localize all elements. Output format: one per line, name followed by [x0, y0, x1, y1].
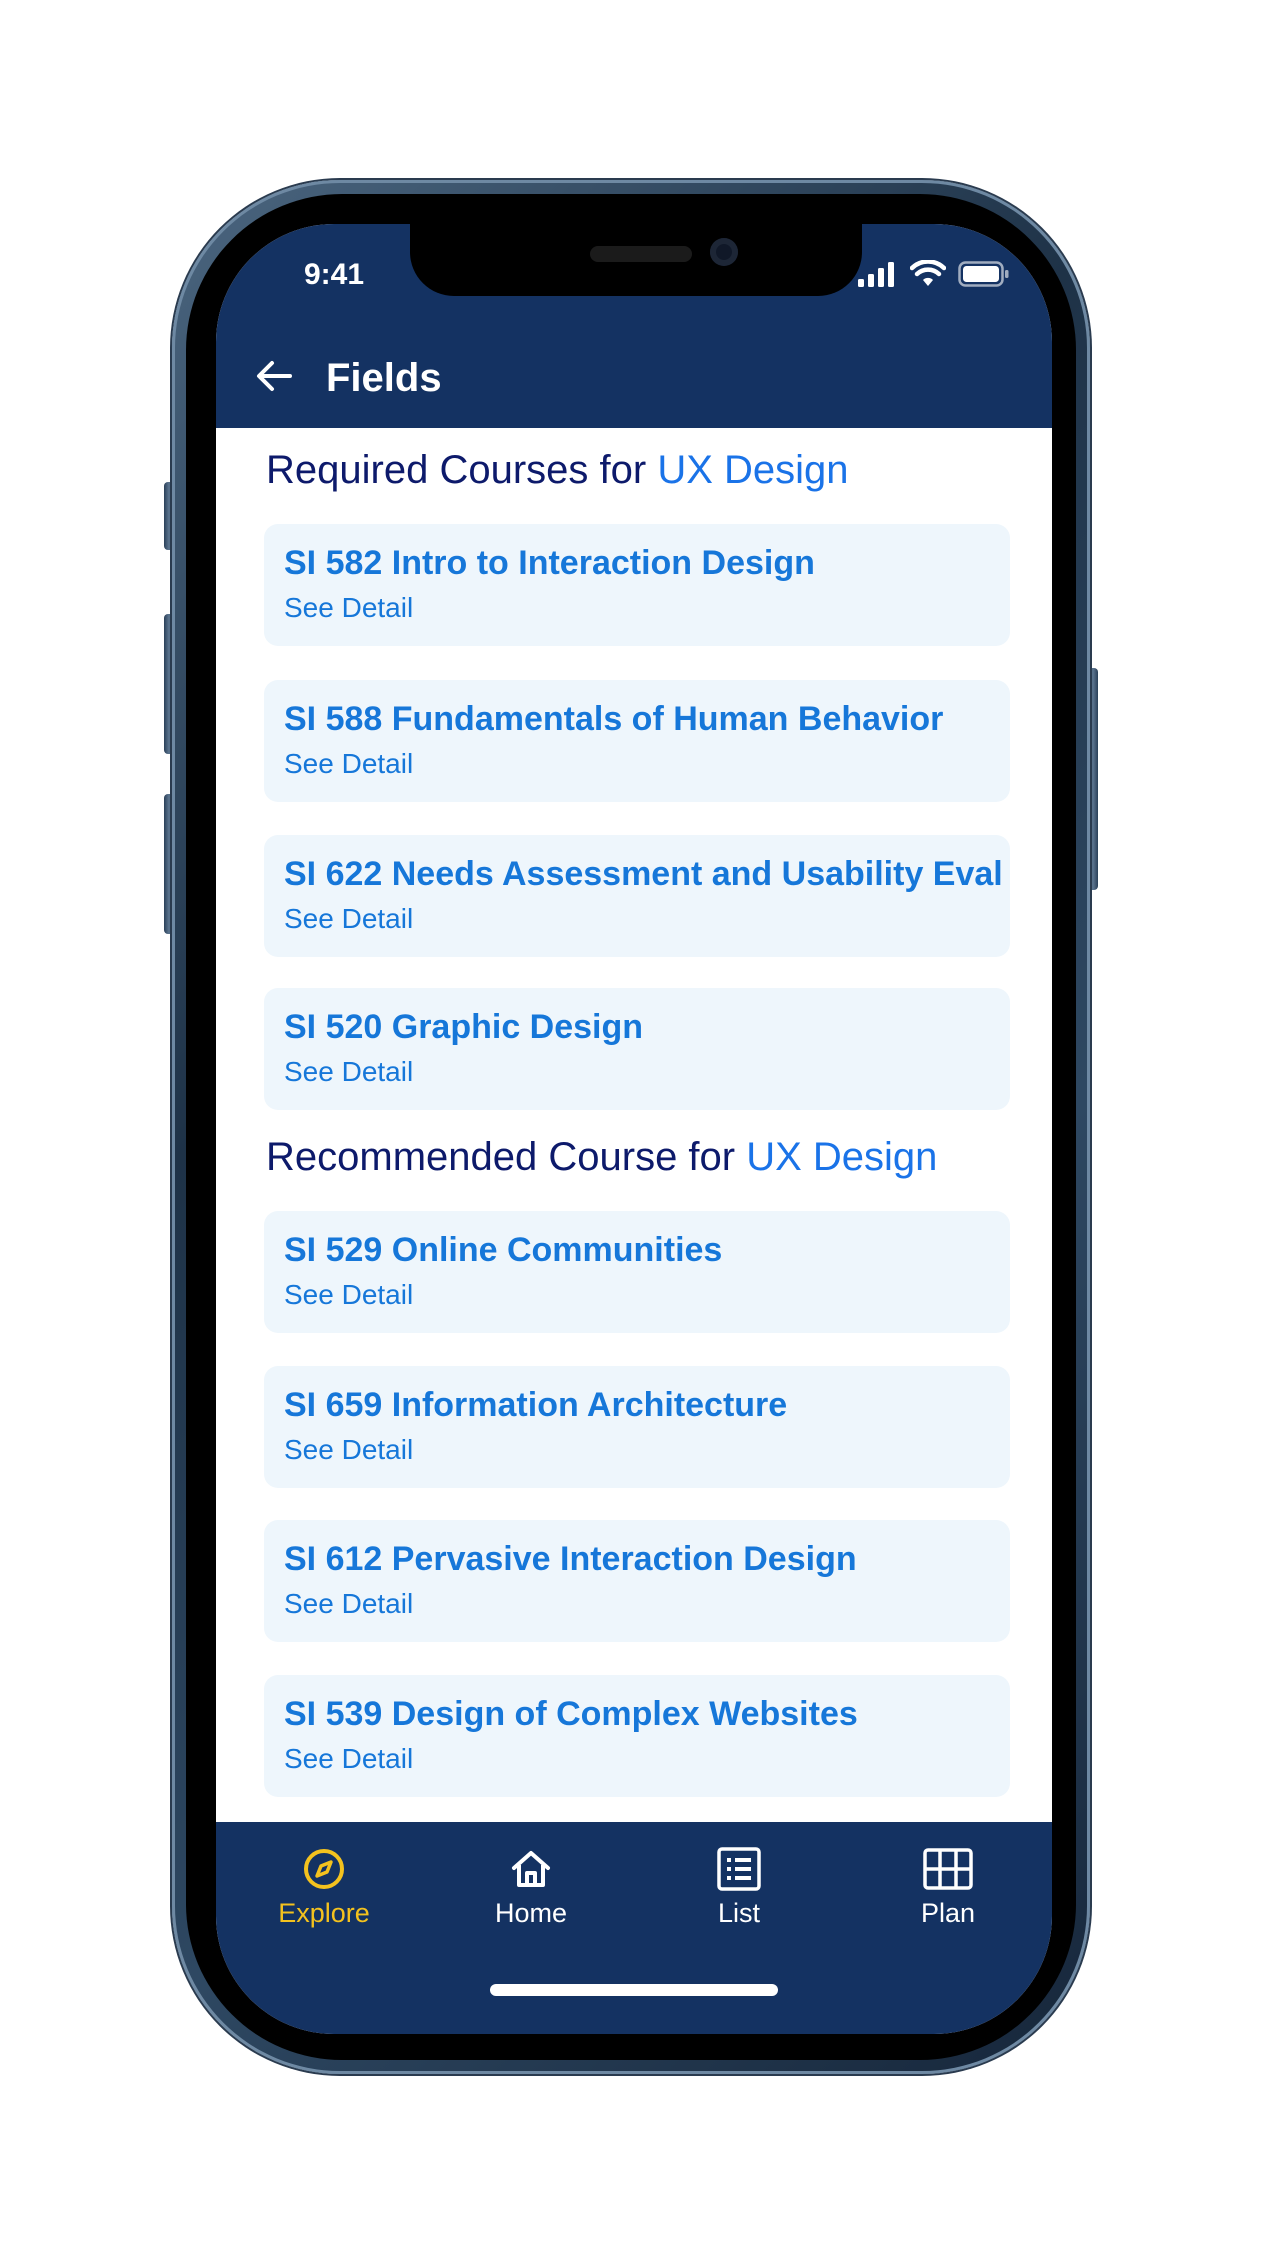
- home-icon: [504, 1842, 558, 1896]
- required-heading-field: UX Design: [657, 448, 849, 492]
- nav-plan[interactable]: Plan: [868, 1842, 1028, 1952]
- recommended-heading-field: UX Design: [746, 1135, 938, 1179]
- see-detail-link[interactable]: See Detail: [284, 592, 413, 624]
- see-detail-link[interactable]: See Detail: [284, 1588, 413, 1620]
- course-title: SI 588 Fundamentals of Human Behavior: [284, 700, 944, 738]
- course-title: SI 582 Intro to Interaction Design: [284, 544, 815, 582]
- course-card[interactable]: SI 659 Information Architecture See Deta…: [264, 1366, 1010, 1488]
- list-icon: [712, 1842, 766, 1896]
- nav-home[interactable]: Home: [451, 1842, 611, 1952]
- see-detail-link[interactable]: See Detail: [284, 1279, 413, 1311]
- see-detail-link[interactable]: See Detail: [284, 1056, 413, 1088]
- signal-icon: [858, 261, 898, 292]
- grid-icon: [921, 1842, 975, 1896]
- recommended-heading-prefix: Recommended Course for: [266, 1135, 736, 1179]
- app-header: Fields: [216, 328, 1052, 428]
- course-card[interactable]: SI 582 Intro to Interaction Design See D…: [264, 524, 1010, 646]
- notch: [410, 224, 862, 296]
- course-card[interactable]: SI 539 Design of Complex Websites See De…: [264, 1675, 1010, 1797]
- nav-label: Plan: [920, 1898, 976, 1928]
- course-title: SI 539 Design of Complex Websites: [284, 1695, 858, 1733]
- course-title: SI 612 Pervasive Interaction Design: [284, 1540, 857, 1578]
- course-card[interactable]: SI 588 Fundamentals of Human Behavior Se…: [264, 680, 1010, 802]
- phone-screen: 9:41 Fields Required Courses for UX Desi…: [216, 224, 1052, 2034]
- home-indicator[interactable]: [490, 1984, 778, 1996]
- bottom-nav: Explore Home List Plan: [216, 1822, 1052, 2034]
- back-button[interactable]: [244, 348, 304, 408]
- nav-label: List: [717, 1898, 761, 1928]
- see-detail-link[interactable]: See Detail: [284, 1743, 413, 1775]
- nav-label: Explore: [278, 1898, 370, 1928]
- course-card[interactable]: SI 622 Needs Assessment and Usability Ev…: [264, 835, 1010, 957]
- course-title: SI 622 Needs Assessment and Usability Ev…: [284, 855, 1003, 893]
- course-title: SI 659 Information Architecture: [284, 1386, 788, 1424]
- see-detail-link[interactable]: See Detail: [284, 1434, 413, 1466]
- recommended-courses-heading: Recommended Course for UX Design: [266, 1135, 937, 1180]
- status-icons: [858, 259, 1010, 293]
- required-heading-prefix: Required Courses for: [266, 448, 647, 492]
- nav-explore[interactable]: Explore: [244, 1842, 404, 1952]
- see-detail-link[interactable]: See Detail: [284, 748, 413, 780]
- battery-icon: [958, 261, 1010, 292]
- see-detail-link[interactable]: See Detail: [284, 903, 413, 935]
- course-list[interactable]: Required Courses for UX Design SI 582 In…: [216, 428, 1052, 1822]
- nav-label: Home: [494, 1898, 568, 1928]
- course-card[interactable]: SI 612 Pervasive Interaction Design See …: [264, 1520, 1010, 1642]
- compass-icon: [297, 1842, 351, 1896]
- speaker-grille: [590, 246, 692, 262]
- course-title: SI 520 Graphic Design: [284, 1008, 644, 1046]
- course-card[interactable]: SI 520 Graphic Design See Detail: [264, 988, 1010, 1110]
- course-title: SI 529 Online Communities: [284, 1231, 723, 1269]
- nav-list[interactable]: List: [659, 1842, 819, 1952]
- required-courses-heading: Required Courses for UX Design: [266, 448, 849, 493]
- page-title: Fields: [326, 355, 442, 400]
- front-camera: [710, 238, 738, 266]
- wifi-icon: [909, 259, 947, 293]
- course-card[interactable]: SI 529 Online Communities See Detail: [264, 1211, 1010, 1333]
- status-time: 9:41: [304, 258, 365, 291]
- top-bar: 9:41 Fields: [216, 224, 1052, 428]
- arrow-left-icon: [254, 358, 294, 399]
